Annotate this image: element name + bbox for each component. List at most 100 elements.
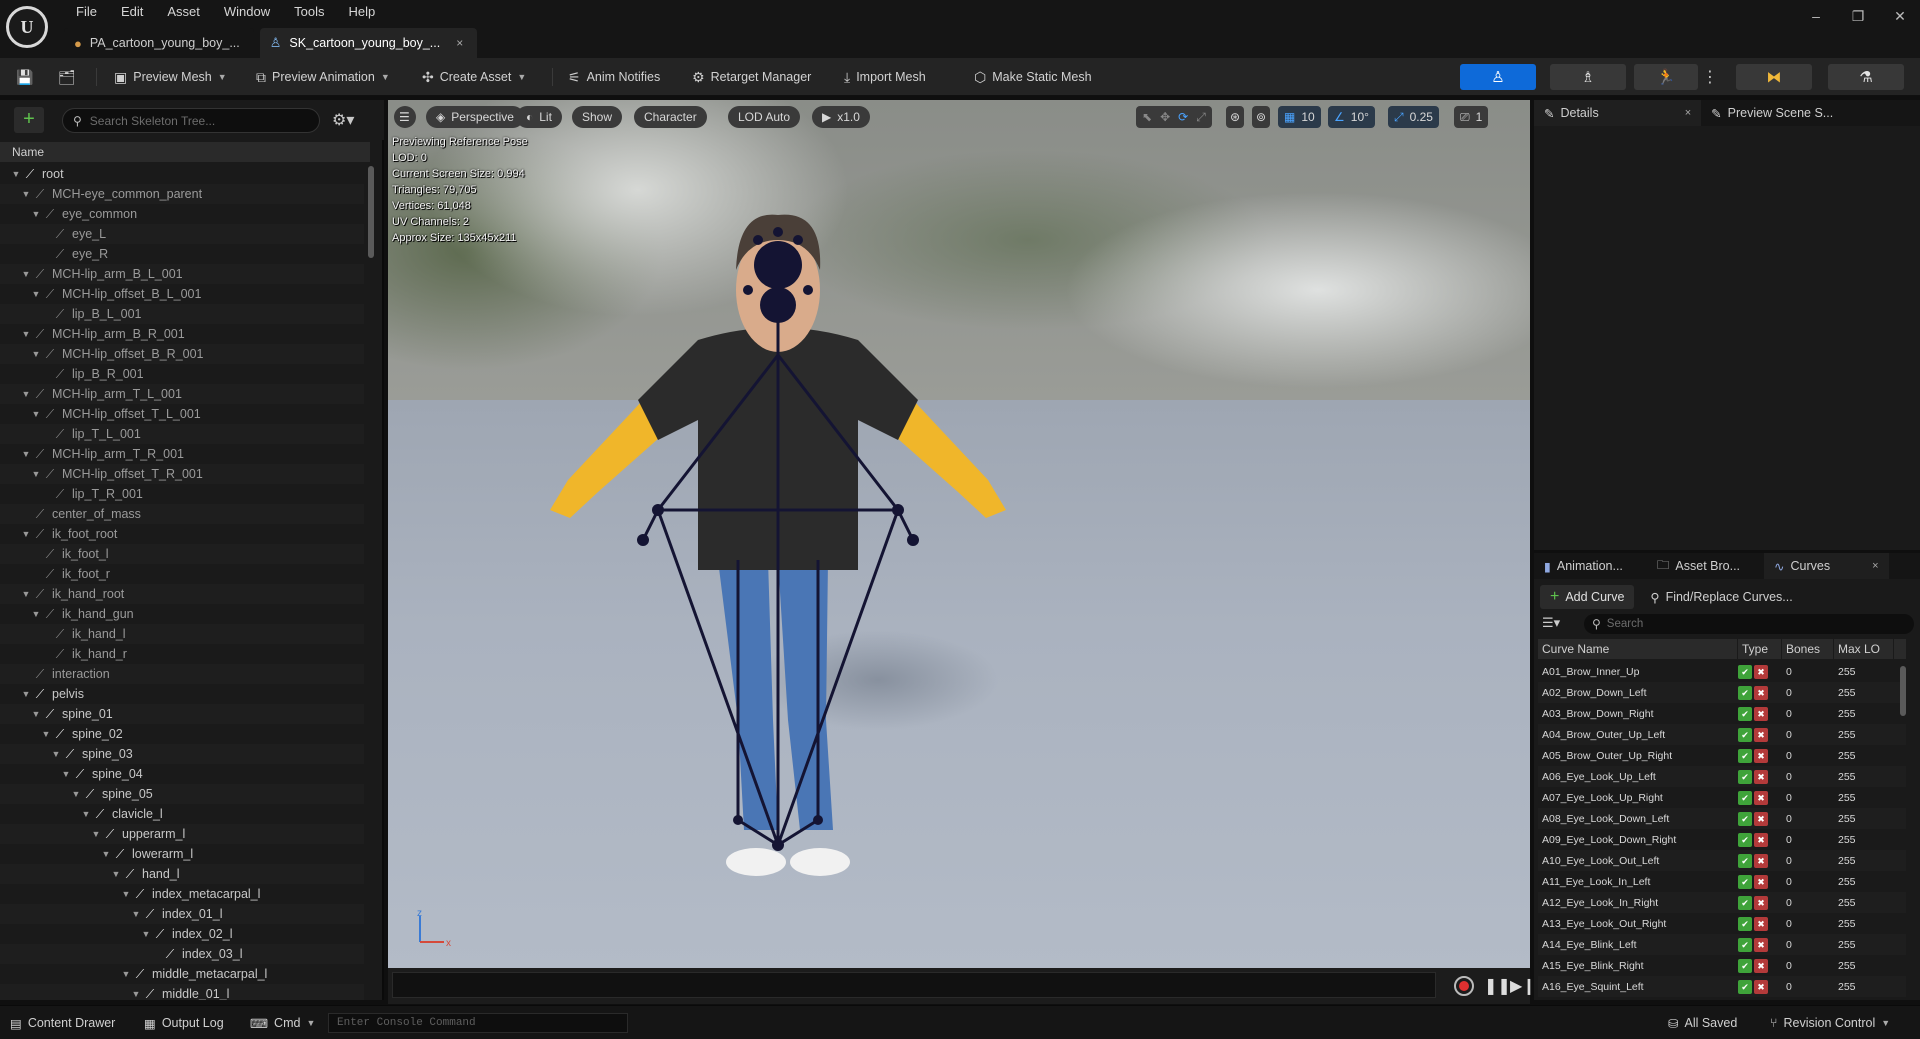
expand-arrow-icon[interactable]: ▼	[30, 604, 42, 624]
unreal-logo-icon[interactable]: U	[6, 6, 48, 48]
menu-asset[interactable]: Asset	[155, 3, 212, 21]
camera-speed-button[interactable]: ⎚ 1	[1454, 106, 1489, 128]
expand-arrow-icon[interactable]: ▼	[30, 404, 42, 424]
morph-target-icon[interactable]: ✔	[1738, 706, 1752, 721]
curve-row[interactable]: A04_Brow_Outer_Up_Left ✔ ✖ 0 255	[1538, 724, 1906, 745]
show-button[interactable]: Show	[572, 106, 623, 128]
tab-skeleton[interactable]: ♙ SK_cartoon_young_boy_... ×	[259, 28, 478, 58]
skeleton-mode-button[interactable]: ♙	[1460, 64, 1536, 90]
material-curve-icon[interactable]: ✖	[1754, 958, 1768, 973]
morph-target-icon[interactable]: ✔	[1738, 937, 1752, 952]
tree-row-bone[interactable]: ▼ ⟋ MCH-lip_arm_B_R_001	[0, 324, 364, 344]
tree-row-bone[interactable]: ▼ ⟋ ik_foot_root	[0, 524, 364, 544]
curve-row[interactable]: A08_Eye_Look_Down_Left ✔ ✖ 0 255	[1538, 808, 1906, 829]
curve-row[interactable]: A02_Brow_Down_Left ✔ ✖ 0 255	[1538, 682, 1906, 703]
tree-row-bone[interactable]: ▼ ⟋ spine_03	[0, 744, 364, 764]
expand-arrow-icon[interactable]: ▼	[120, 884, 132, 904]
cmd-button[interactable]: ⌨ Cmd ▼	[244, 1012, 321, 1034]
material-curve-icon[interactable]: ✖	[1754, 937, 1768, 952]
tree-row-bone[interactable]: ▼ ⟋ upperarm_l	[0, 824, 364, 844]
curve-row[interactable]: A03_Brow_Down_Right ✔ ✖ 0 255	[1538, 703, 1906, 724]
material-curve-icon[interactable]: ✖	[1754, 979, 1768, 994]
menu-tools[interactable]: Tools	[282, 3, 336, 21]
more-options-button[interactable]: ⋮	[1702, 64, 1718, 90]
play-rate-button[interactable]: ▶ x1.0	[812, 106, 870, 128]
expand-arrow-icon[interactable]: ▼	[130, 984, 142, 1000]
maximize-button[interactable]: ❐	[1838, 4, 1878, 28]
curve-row[interactable]: A14_Eye_Blink_Left ✔ ✖ 0 255	[1538, 934, 1906, 955]
morph-target-icon[interactable]: ✔	[1738, 748, 1752, 763]
make-static-mesh-button[interactable]: ⬡ Make Static Mesh	[974, 64, 1092, 90]
pause-icon[interactable]: ❚❚	[1484, 976, 1511, 996]
morph-target-icon[interactable]: ✔	[1738, 727, 1752, 742]
expand-arrow-icon[interactable]: ▼	[20, 524, 32, 544]
expand-arrow-icon[interactable]: ▼	[100, 844, 112, 864]
timeline-scrubber[interactable]	[392, 972, 1436, 998]
tree-row-bone[interactable]: ▼ ⟋ root	[0, 164, 364, 184]
step-forward-icon[interactable]: ▶❙	[1510, 976, 1536, 996]
create-asset-button[interactable]: ✣ Create Asset ▼	[422, 64, 526, 90]
transform-tools[interactable]: ⬉ ✥ ⟳ ⤢	[1136, 106, 1212, 128]
tree-row-bone[interactable]: ⟋ ik_hand_l	[0, 624, 364, 644]
tree-row-bone[interactable]: ▼ ⟋ MCH-lip_arm_T_R_001	[0, 444, 364, 464]
column-curve-name[interactable]: Curve Name	[1538, 639, 1738, 659]
preview-animation-button[interactable]: ⧉ Preview Animation ▼	[256, 64, 390, 90]
tree-row-bone[interactable]: ▼ ⟋ MCH-lip_offset_T_R_001	[0, 464, 364, 484]
curves-scrollbar[interactable]	[1900, 666, 1906, 716]
skeleton-tree-scrollbar[interactable]	[368, 166, 374, 258]
animation-mode-button[interactable]: 🏃	[1634, 64, 1698, 90]
column-header-name[interactable]: Name	[0, 142, 370, 162]
expand-arrow-icon[interactable]: ▼	[40, 724, 52, 744]
tree-row-bone[interactable]: ⟋ eye_R	[0, 244, 364, 264]
material-curve-icon[interactable]: ✖	[1754, 664, 1768, 679]
material-curve-icon[interactable]: ✖	[1754, 769, 1768, 784]
tree-row-bone[interactable]: ⟋ lip_B_R_001	[0, 364, 364, 384]
tree-row-bone[interactable]: ⟋ lip_T_R_001	[0, 484, 364, 504]
tab-preview-scene[interactable]: ✎ Preview Scene S...	[1701, 100, 1843, 126]
tree-row-bone[interactable]: ⟋ index_03_l	[0, 944, 364, 964]
minimize-button[interactable]: –	[1796, 4, 1836, 28]
tree-row-bone[interactable]: ▼ ⟋ index_01_l	[0, 904, 364, 924]
column-max-lod[interactable]: Max LO	[1834, 639, 1894, 659]
tree-row-bone[interactable]: ⟋ interaction	[0, 664, 364, 684]
curve-row[interactable]: A07_Eye_Look_Up_Right ✔ ✖ 0 255	[1538, 787, 1906, 808]
morph-target-icon[interactable]: ✔	[1738, 790, 1752, 805]
expand-arrow-icon[interactable]: ▼	[20, 384, 32, 404]
expand-arrow-icon[interactable]: ▼	[130, 904, 142, 924]
lod-button[interactable]: LOD Auto	[728, 106, 801, 128]
gear-icon[interactable]: ⚙▾	[332, 110, 354, 130]
import-mesh-button[interactable]: ⤓ Import Mesh	[844, 64, 926, 90]
close-tab-icon[interactable]: ×	[1872, 560, 1878, 572]
record-button[interactable]	[1454, 976, 1474, 996]
scale-icon[interactable]: ⤢	[1196, 110, 1206, 125]
browse-button[interactable]: 🗂	[58, 64, 76, 90]
console-command-input[interactable]	[329, 1014, 627, 1032]
expand-arrow-icon[interactable]: ▼	[20, 444, 32, 464]
rotate-icon[interactable]: ⟳	[1178, 110, 1188, 124]
filter-icon[interactable]: ☰▾	[1542, 615, 1560, 631]
revision-control-button[interactable]: ⑂ Revision Control ▼	[1764, 1012, 1896, 1034]
expand-arrow-icon[interactable]: ▼	[50, 744, 62, 764]
tree-row-bone[interactable]: ⟋ ik_foot_l	[0, 544, 364, 564]
curve-row[interactable]: A16_Eye_Squint_Left ✔ ✖ 0 255	[1538, 976, 1906, 997]
all-saved-button[interactable]: ⛁ All Saved	[1662, 1012, 1743, 1034]
morph-target-icon[interactable]: ✔	[1738, 811, 1752, 826]
morph-target-icon[interactable]: ✔	[1738, 958, 1752, 973]
morph-target-icon[interactable]: ✔	[1738, 664, 1752, 679]
tree-row-bone[interactable]: ▼ ⟋ middle_01_l	[0, 984, 364, 1000]
curve-search-input[interactable]	[1606, 618, 1897, 630]
morph-target-icon[interactable]: ✔	[1738, 832, 1752, 847]
add-curve-button[interactable]: + Add Curve	[1540, 585, 1635, 609]
material-curve-icon[interactable]: ✖	[1754, 832, 1768, 847]
tab-curves[interactable]: ∿ Curves ×	[1764, 553, 1889, 579]
expand-arrow-icon[interactable]: ▼	[20, 684, 32, 704]
tab-asset-browser[interactable]: 🗀 Asset Bro...	[1647, 553, 1750, 579]
morph-target-icon[interactable]: ✔	[1738, 853, 1752, 868]
tree-row-bone[interactable]: ▼ ⟋ spine_05	[0, 784, 364, 804]
curve-row[interactable]: A10_Eye_Look_Out_Left ✔ ✖ 0 255	[1538, 850, 1906, 871]
expand-arrow-icon[interactable]: ▼	[20, 184, 32, 204]
tree-row-bone[interactable]: ⟋ lip_T_L_001	[0, 424, 364, 444]
expand-arrow-icon[interactable]: ▼	[120, 964, 132, 984]
tree-row-bone[interactable]: ▼ ⟋ middle_metacarpal_l	[0, 964, 364, 984]
tree-row-bone[interactable]: ▼ ⟋ hand_l	[0, 864, 364, 884]
